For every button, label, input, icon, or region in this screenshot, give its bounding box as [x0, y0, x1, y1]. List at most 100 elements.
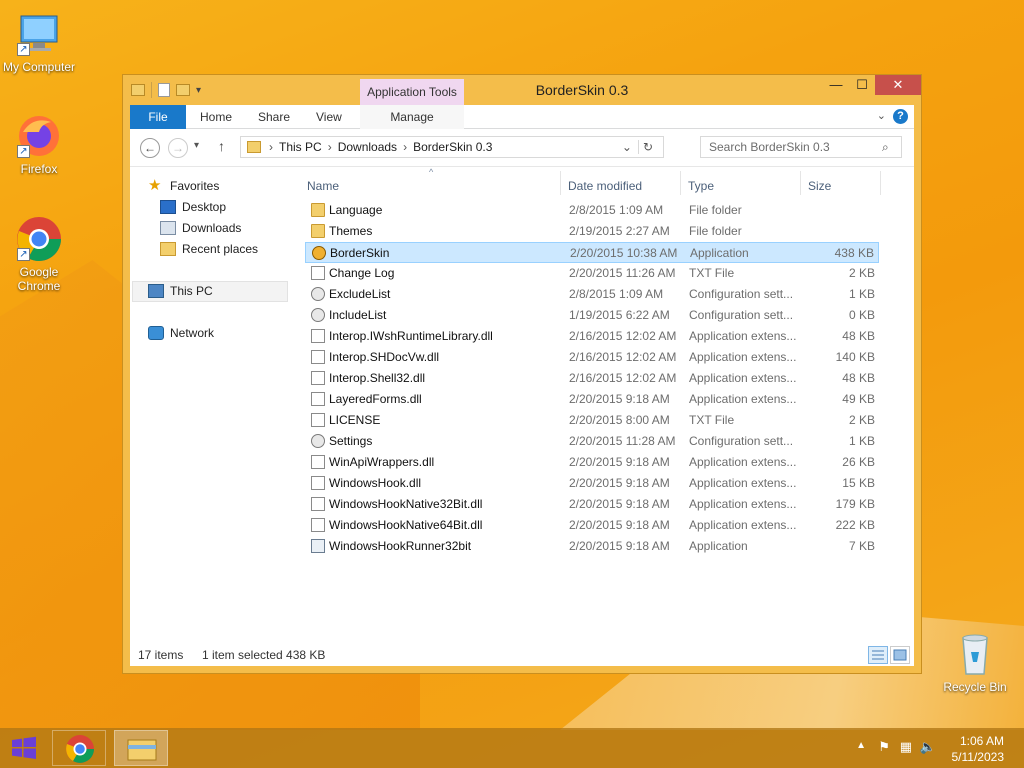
file-type: File folder	[689, 224, 742, 238]
desktop-icon-recycle-bin[interactable]: Recycle Bin	[936, 630, 1014, 694]
breadcrumb-borderskin[interactable]: BorderSkin 0.3	[413, 140, 492, 154]
nav-downloads-label: Downloads	[182, 221, 242, 235]
desktop-icon-firefox[interactable]: ↗ Firefox	[0, 112, 78, 176]
ribbon-tabs: File Home Share View Manage ⌄ ?	[130, 105, 914, 129]
file-name: Settings	[329, 434, 373, 448]
volume-muted-icon[interactable]: 🔈	[920, 739, 936, 755]
nav-favorites-label: Favorites	[170, 179, 220, 193]
dll-icon	[311, 329, 325, 343]
nav-this-pc[interactable]: This PC	[148, 284, 213, 298]
file-size: 438 KB	[834, 246, 874, 260]
taskbar-chrome[interactable]	[52, 730, 106, 766]
file-row[interactable]: Themes 2/19/2015 2:27 AM File folder	[305, 221, 879, 242]
desktop-icon-label: Google Chrome	[17, 265, 61, 293]
breadcrumb-chevron-icon: ›	[403, 140, 408, 154]
desktop-icon	[160, 200, 176, 214]
file-row[interactable]: ExcludeList 2/8/2015 1:09 AM Configuration…	[305, 284, 879, 305]
breadcrumb-chevron-icon: ›	[327, 140, 332, 154]
window-controls: — ☐ ✕	[823, 75, 921, 95]
file-size: 7 KB	[848, 539, 875, 553]
nav-favorites[interactable]: ★ Favorites	[148, 177, 220, 194]
firefox-icon: ↗	[15, 112, 63, 160]
column-header-type[interactable]: Type	[688, 179, 714, 193]
taskbar-clock[interactable]: 1:06 AM 5/11/2023	[952, 733, 1005, 765]
breadcrumb-downloads[interactable]: Downloads	[338, 140, 397, 154]
file-row[interactable]: Interop.IWshRuntimeLibrary.dll 2/16/2015 …	[305, 326, 879, 347]
file-row[interactable]: LayeredForms.dll 2/20/2015 9:18 AM Applica…	[305, 389, 879, 410]
file-row[interactable]: Interop.SHDocVw.dll 2/16/2015 12:02 AM App…	[305, 347, 879, 368]
help-icon[interactable]: ?	[893, 109, 908, 124]
file-name: WindowsHook.dll	[329, 476, 422, 490]
file-date: 2/16/2015 12:02 AM	[569, 350, 677, 364]
show-hidden-icons-icon[interactable]: ▲	[856, 740, 866, 751]
tab-share[interactable]: Share	[258, 105, 290, 129]
file-type: Application	[690, 246, 749, 260]
file-row[interactable]: Interop.Shell32.dll 2/16/2015 12:02 AM App…	[305, 368, 879, 389]
file-type: Application extens...	[689, 476, 797, 490]
taskbar-file-explorer[interactable]	[114, 730, 168, 766]
nav-network[interactable]: Network	[148, 326, 214, 340]
file-name: Change Log	[329, 266, 395, 280]
file-row[interactable]: BorderSkin 2/20/2015 10:38 AM Application 4…	[305, 242, 879, 263]
up-arrow-icon[interactable]: ↑	[218, 138, 225, 154]
network-icon	[148, 326, 164, 340]
dll-icon	[311, 518, 325, 532]
star-icon: ★	[148, 177, 162, 194]
details-view-icon	[872, 650, 884, 660]
action-center-flag-icon[interactable]: ⚑	[878, 739, 890, 755]
desktop-icon-google-chrome[interactable]: ↗ Google Chrome	[0, 215, 78, 293]
address-dropdown-chevron-icon[interactable]: ⌄	[622, 140, 632, 154]
file-row[interactable]: WinApiWrappers.dll 2/20/2015 9:18 AM Appli…	[305, 452, 879, 473]
status-bar: 17 items 1 item selected 438 KB	[130, 643, 914, 666]
file-date: 2/20/2015 11:28 AM	[569, 434, 676, 448]
minimize-button[interactable]: —	[823, 75, 849, 95]
details-view-button[interactable]	[868, 646, 888, 664]
large-icons-view-button[interactable]	[890, 646, 910, 664]
file-name: LICENSE	[329, 413, 381, 427]
file-row[interactable]: LICENSE 2/20/2015 8:00 AM TXT File 2 KB	[305, 410, 879, 431]
app-icon	[312, 246, 326, 260]
forward-button[interactable]: →	[168, 138, 188, 158]
column-header-size[interactable]: Size	[808, 179, 831, 193]
network-tray-icon[interactable]: ▦	[900, 739, 912, 755]
search-icon[interactable]: ⌕	[882, 140, 889, 155]
expand-ribbon-chevron-icon[interactable]: ⌄	[877, 109, 886, 122]
address-bar[interactable]: › This PC › Downloads › BorderSkin 0.3 ⌄…	[240, 136, 664, 158]
file-date: 2/20/2015 9:18 AM	[569, 497, 670, 511]
file-row[interactable]: Language 2/8/2015 1:09 AM File folder	[305, 200, 879, 221]
nav-desktop[interactable]: Desktop	[160, 200, 226, 214]
nav-recent-places[interactable]: Recent places	[160, 242, 258, 256]
file-row[interactable]: WindowsHook.dll 2/20/2015 9:18 AM Applicat…	[305, 473, 879, 494]
file-row[interactable]: IncludeList 1/19/2015 6:22 AM Configuratio…	[305, 305, 879, 326]
explorer-window: ▾ Application Tools BorderSkin 0.3 — ☐ ✕…	[122, 74, 922, 674]
back-button[interactable]: ←	[140, 138, 160, 158]
file-date: 2/8/2015 1:09 AM	[569, 287, 664, 301]
desktop-icon-my-computer[interactable]: ↗ My Computer	[0, 10, 78, 74]
file-row[interactable]: WindowsHookNative64Bit.dll 2/20/2015 9:18…	[305, 515, 879, 536]
file-name: WindowsHookNative64Bit.dll	[329, 518, 483, 532]
breadcrumb-this-pc[interactable]: This PC	[279, 140, 322, 154]
tab-file[interactable]: File	[130, 105, 186, 129]
tab-manage[interactable]: Manage	[360, 105, 464, 129]
nav-downloads[interactable]: Downloads	[160, 221, 241, 235]
refresh-icon[interactable]: ↻	[637, 140, 657, 154]
file-type: Application extens...	[689, 329, 797, 343]
close-button[interactable]: ✕	[875, 75, 921, 95]
folder-icon	[311, 224, 325, 238]
recent-places-icon	[160, 242, 176, 256]
file-type: Application extens...	[689, 350, 797, 364]
column-header-date[interactable]: Date modified	[568, 179, 642, 193]
file-row[interactable]: WindowsHookNative32Bit.dll 2/20/2015 9:18…	[305, 494, 879, 515]
file-row[interactable]: Change Log 2/20/2015 11:26 AM TXT File 2 KB	[305, 263, 879, 284]
file-row[interactable]: Settings 2/20/2015 11:28 AM Configuration …	[305, 431, 879, 452]
tab-home[interactable]: Home	[200, 105, 232, 129]
title-bar[interactable]: ▾ Application Tools BorderSkin 0.3 — ☐ ✕	[123, 75, 921, 105]
file-row[interactable]: WindowsHookRunner32bit 2/20/2015 9:18 AM A…	[305, 536, 879, 557]
maximize-button[interactable]: ☐	[849, 75, 875, 95]
start-button[interactable]	[10, 736, 38, 760]
search-input[interactable]: Search BorderSkin 0.3	[700, 136, 902, 158]
recent-locations-chevron-icon[interactable]: ▾	[194, 140, 199, 151]
tab-view[interactable]: View	[316, 105, 342, 129]
address-toolbar: ← → ▾ ↑ › This PC › Downloads › BorderSk…	[130, 129, 914, 167]
column-header-name[interactable]: Name	[307, 179, 339, 193]
